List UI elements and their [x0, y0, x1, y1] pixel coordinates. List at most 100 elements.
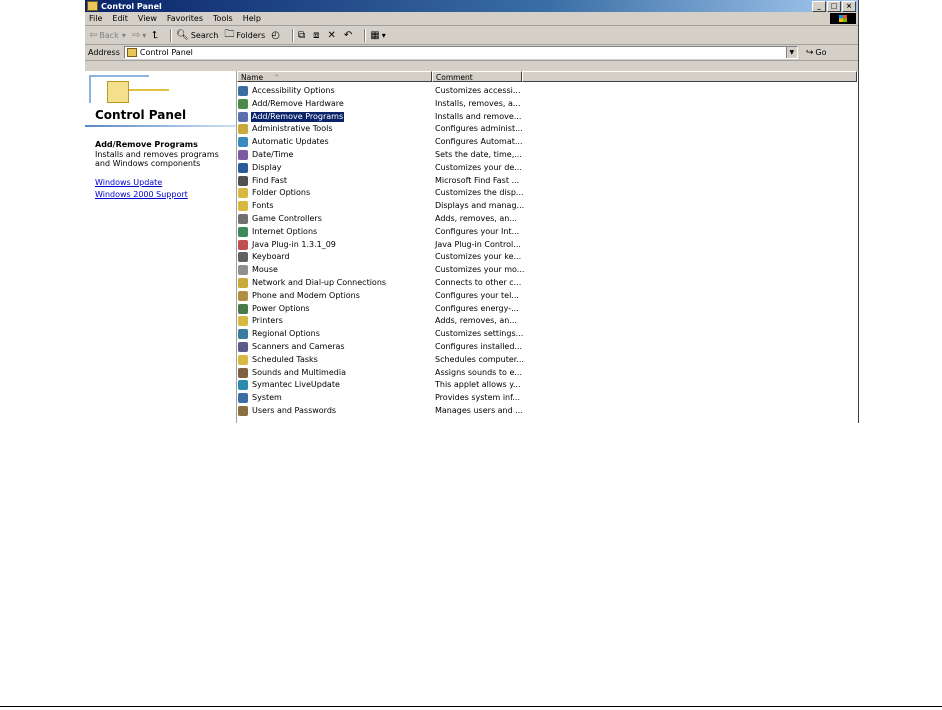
- toolbar: ⇦ Back ▾ ⇨ ▾ ⮤ 🔍︎ Search 🗀 Folders ◴ ⧉ ⧈…: [85, 26, 858, 45]
- item-name: Administrative Tools: [252, 124, 333, 134]
- item-comment: Configures administ...: [435, 124, 523, 134]
- menu-favorites[interactable]: Favorites: [167, 14, 203, 23]
- title-bar[interactable]: Control Panel _ □ ×: [85, 0, 858, 12]
- item-comment: Adds, removes, an...: [435, 316, 517, 326]
- undo-button[interactable]: ↶: [344, 30, 354, 41]
- list-item[interactable]: Add/Remove Programs Installs and remove..…: [237, 111, 857, 123]
- copy-to-button[interactable]: ⧈: [313, 30, 321, 41]
- item-name: Date/Time: [252, 150, 294, 159]
- list-item[interactable]: Fonts Displays and manag...: [237, 200, 857, 212]
- views-icon: ▦: [370, 29, 380, 41]
- windows-2000-support-link[interactable]: Windows 2000 Support: [95, 190, 188, 199]
- menu-file[interactable]: File: [89, 14, 102, 23]
- item-icon: [238, 278, 248, 288]
- item-icon: [238, 406, 248, 416]
- list-item[interactable]: Automatic Updates Configures Automat...: [237, 136, 857, 148]
- menu-help[interactable]: Help: [243, 14, 261, 23]
- item-icon: [238, 124, 248, 135]
- delete-button[interactable]: ✕: [327, 30, 337, 41]
- list-item[interactable]: Internet Options Configures your Int...: [237, 226, 857, 238]
- item-name: Power Options: [252, 303, 310, 313]
- column-comment-label: Comment: [436, 73, 473, 82]
- item-comment: Configures Automat...: [435, 137, 523, 147]
- views-button[interactable]: ▦ ▾: [370, 30, 385, 41]
- page-bottom-rule: [0, 706, 942, 707]
- address-input[interactable]: Control Panel ▼: [123, 46, 798, 59]
- item-icon: [238, 354, 248, 365]
- up-folder-button[interactable]: ⮤: [152, 30, 160, 41]
- list-item[interactable]: Folder Options Customizes the disp...: [237, 187, 857, 199]
- list-item[interactable]: Date/Time Sets the date, time,...: [237, 149, 857, 161]
- control-panel-icon: [87, 1, 98, 11]
- forward-dropdown-icon[interactable]: ▾: [142, 31, 146, 40]
- close-button[interactable]: ×: [842, 1, 856, 12]
- list-item[interactable]: System Provides system inf...: [237, 392, 857, 404]
- item-icon: [238, 201, 248, 212]
- item-comment: Installs, removes, a...: [435, 98, 521, 108]
- item-name: System: [252, 393, 282, 403]
- item-icon: [238, 290, 248, 301]
- list-item[interactable]: Add/Remove Hardware Installs, removes, a.…: [237, 98, 857, 110]
- item-icon: [238, 214, 248, 224]
- list-item[interactable]: Administrative Tools Configures administ.…: [237, 123, 857, 135]
- up-folder-icon: ⮤: [152, 29, 159, 41]
- column-header-name[interactable]: Name ⌃: [237, 71, 432, 82]
- search-button[interactable]: 🔍︎ Search: [176, 30, 218, 41]
- item-comment: Schedules computer...: [435, 354, 524, 364]
- windows-update-link[interactable]: Windows Update: [95, 178, 162, 187]
- column-header-comment[interactable]: Comment: [432, 71, 522, 82]
- item-icon: [238, 111, 248, 122]
- item-name: Game Controllers: [252, 214, 322, 223]
- list-item[interactable]: Mouse Customizes your mo...: [237, 264, 857, 276]
- list-item[interactable]: Printers Adds, removes, an...: [237, 315, 857, 327]
- item-comment: Customizes the disp...: [435, 188, 524, 198]
- list-item[interactable]: Game Controllers Adds, removes, an...: [237, 213, 857, 225]
- list-item[interactable]: Users and Passwords Manages users and ...: [237, 405, 857, 417]
- item-comment: Provides system inf...: [435, 393, 520, 403]
- address-dropdown-icon[interactable]: ▼: [785, 47, 797, 58]
- list-item[interactable]: Keyboard Customizes your ke...: [237, 251, 857, 263]
- maximize-button[interactable]: □: [827, 1, 841, 12]
- undo-icon: ↶: [343, 29, 353, 41]
- item-icon: [238, 226, 248, 237]
- folders-button[interactable]: 🗀 Folders: [224, 27, 265, 44]
- back-dropdown-icon[interactable]: ▾: [122, 31, 126, 40]
- item-list: Name ⌃ Comment Accessibility Options Cust…: [237, 71, 857, 423]
- toolbar-separator: [291, 28, 294, 42]
- views-dropdown-icon[interactable]: ▾: [382, 31, 386, 40]
- list-item[interactable]: Accessibility Options Customizes accessi.…: [237, 85, 857, 97]
- list-item[interactable]: Scanners and Cameras Configures installed…: [237, 341, 857, 353]
- list-item[interactable]: Display Customizes your de...: [237, 162, 857, 174]
- minimize-button[interactable]: _: [812, 1, 826, 12]
- back-arrow-icon: ⇦: [89, 29, 98, 41]
- list-item[interactable]: Regional Options Customizes settings...: [237, 328, 857, 340]
- item-name: Accessibility Options: [252, 86, 335, 95]
- list-item[interactable]: Phone and Modem Options Configures your t…: [237, 290, 857, 302]
- menu-tools[interactable]: Tools: [213, 14, 233, 23]
- forward-button[interactable]: ⇨ ▾: [132, 30, 146, 41]
- item-icon: [238, 150, 248, 160]
- go-button[interactable]: ↪ Go: [806, 48, 827, 58]
- back-button[interactable]: ⇦ Back ▾: [89, 30, 126, 41]
- list-item[interactable]: Symantec LiveUpdate This applet allows y.…: [237, 379, 857, 391]
- history-button[interactable]: ◴: [271, 30, 282, 41]
- item-icon: [238, 329, 248, 340]
- menu-edit[interactable]: Edit: [112, 14, 128, 23]
- menu-view[interactable]: View: [138, 14, 157, 23]
- go-arrow-icon: ↪: [805, 47, 814, 58]
- list-item[interactable]: Java Plug-in 1.3.1_09 Java Plug-in Contro…: [237, 239, 857, 251]
- list-item[interactable]: Network and Dial-up Connections Connects …: [237, 277, 857, 289]
- control-panel-logo-icon: [89, 75, 169, 107]
- list-item[interactable]: Find Fast Microsoft Find Fast ...: [237, 175, 857, 187]
- item-name: Network and Dial-up Connections: [252, 278, 387, 287]
- item-name: Scanners and Cameras: [252, 342, 345, 351]
- list-item[interactable]: Power Options Configures energy-...: [237, 303, 857, 315]
- item-icon: [238, 175, 248, 186]
- move-to-button[interactable]: ⧉: [298, 30, 307, 41]
- item-comment: Configures your tel...: [435, 290, 519, 300]
- address-bar: Address Control Panel ▼ ↪ Go: [85, 45, 858, 61]
- list-item[interactable]: Sounds and Multimedia Assigns sounds to e…: [237, 367, 857, 379]
- item-name: Mouse: [252, 265, 278, 275]
- item-comment: Java Plug-in Control...: [435, 239, 521, 249]
- list-item[interactable]: Scheduled Tasks Schedules computer...: [237, 354, 857, 366]
